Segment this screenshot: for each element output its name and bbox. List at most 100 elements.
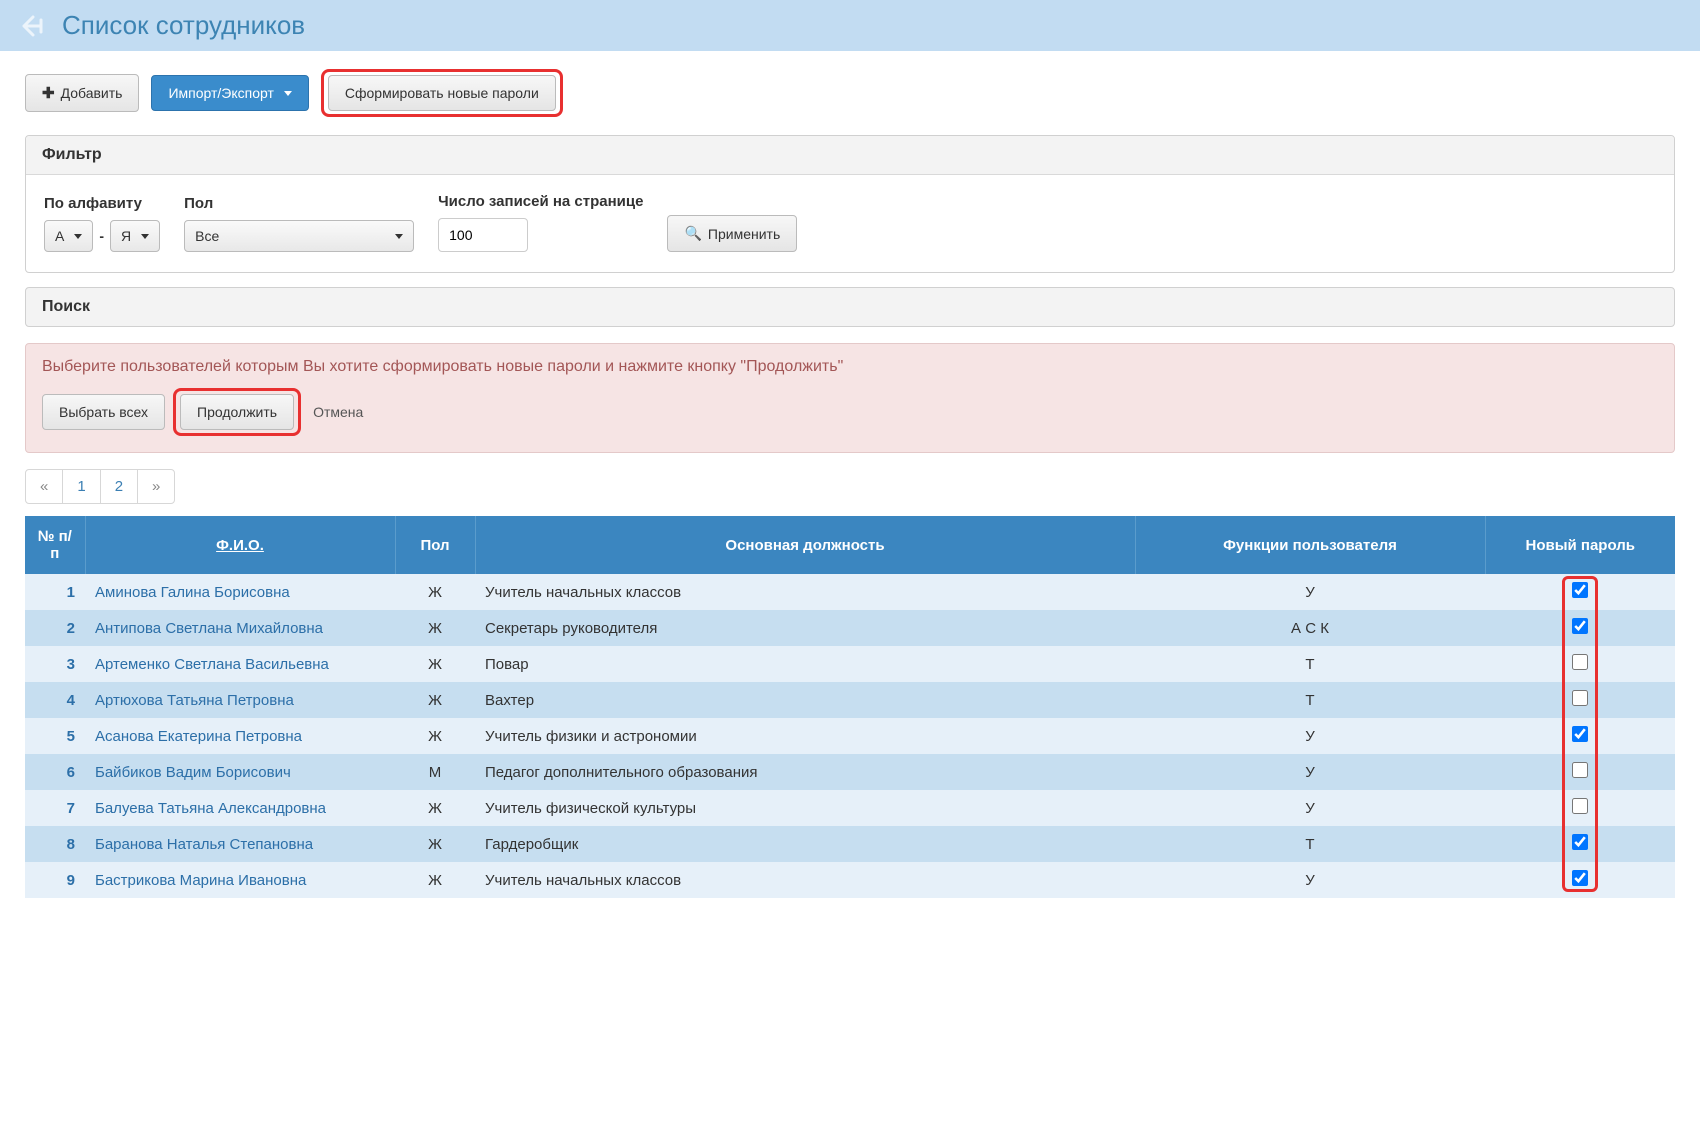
row-pwd-cell: [1485, 574, 1675, 610]
filter-perpage: Число записей на странице: [438, 193, 643, 252]
col-gender: Пол: [395, 516, 475, 574]
employee-link[interactable]: Балуева Татьяна Александровна: [95, 800, 326, 817]
col-fio-link[interactable]: Ф.И.О.: [216, 537, 264, 554]
continue-label: Продолжить: [197, 404, 277, 420]
select-all-label: Выбрать всех: [59, 404, 148, 420]
row-pwd-cell: [1485, 754, 1675, 790]
row-func: Т: [1135, 826, 1485, 862]
col-func: Функции пользователя: [1135, 516, 1485, 574]
row-func: У: [1135, 790, 1485, 826]
alphabet-to-value: Я: [121, 228, 131, 244]
page-2[interactable]: 2: [100, 469, 138, 504]
row-gender: Ж: [395, 610, 475, 646]
gender-value: Все: [195, 228, 219, 244]
row-gender: Ж: [395, 790, 475, 826]
employee-link[interactable]: Антипова Светлана Михайловна: [95, 620, 323, 637]
page-next[interactable]: »: [137, 469, 175, 504]
employee-link[interactable]: Байбиков Вадим Борисович: [95, 764, 291, 781]
password-checkbox[interactable]: [1572, 582, 1588, 598]
alphabet-from-select[interactable]: А: [44, 220, 93, 252]
row-fio: Бастрикова Марина Ивановна: [85, 862, 395, 898]
caret-down-icon: [284, 91, 292, 96]
password-checkbox[interactable]: [1572, 690, 1588, 706]
back-arrow-icon[interactable]: [20, 13, 50, 39]
row-gender: Ж: [395, 826, 475, 862]
filter-alphabet: По алфавиту А - Я: [44, 195, 160, 252]
row-func: У: [1135, 862, 1485, 898]
gender-select[interactable]: Все: [184, 220, 414, 252]
caret-down-icon: [141, 234, 149, 239]
apply-label: Применить: [708, 226, 780, 242]
col-num: № п/п: [25, 516, 85, 574]
search-panel[interactable]: Поиск: [25, 287, 1675, 327]
apply-button[interactable]: 🔍 Применить: [667, 215, 797, 252]
employees-table: № п/п Ф.И.О. Пол Основная должность Функ…: [25, 516, 1675, 898]
password-checkbox[interactable]: [1572, 618, 1588, 634]
select-all-button[interactable]: Выбрать всех: [42, 394, 165, 430]
caret-down-icon: [395, 234, 403, 239]
page-prev[interactable]: «: [25, 469, 63, 504]
row-gender: Ж: [395, 574, 475, 610]
toolbar: ✚ Добавить Импорт/Экспорт Сформировать н…: [0, 51, 1700, 135]
row-fio: Баранова Наталья Степановна: [85, 826, 395, 862]
col-fio[interactable]: Ф.И.О.: [85, 516, 395, 574]
row-position: Вахтер: [475, 682, 1135, 718]
table-row: 2Антипова Светлана МихайловнаЖСекретарь …: [25, 610, 1675, 646]
table-row: 5Асанова Екатерина ПетровнаЖУчитель физи…: [25, 718, 1675, 754]
row-position: Учитель начальных классов: [475, 862, 1135, 898]
row-func: Т: [1135, 682, 1485, 718]
filter-apply-group: 🔍 Применить: [667, 191, 797, 252]
employee-link[interactable]: Асанова Екатерина Петровна: [95, 728, 302, 745]
password-checkbox[interactable]: [1572, 654, 1588, 670]
table-row: 6Байбиков Вадим БорисовичМПедагог дополн…: [25, 754, 1675, 790]
password-checkbox[interactable]: [1572, 870, 1588, 886]
row-num: 2: [25, 610, 85, 646]
row-num: 9: [25, 862, 85, 898]
cancel-link[interactable]: Отмена: [313, 404, 363, 420]
highlight-continue: Продолжить: [173, 388, 301, 436]
row-gender: Ж: [395, 646, 475, 682]
col-pwd: Новый пароль: [1485, 516, 1675, 574]
row-fio: Байбиков Вадим Борисович: [85, 754, 395, 790]
filter-panel: Фильтр По алфавиту А - Я Пол: [25, 135, 1675, 273]
filter-gender-label: Пол: [184, 195, 414, 212]
row-fio: Антипова Светлана Михайловна: [85, 610, 395, 646]
pagination: « 1 2 »: [25, 469, 1675, 504]
employee-link[interactable]: Артюхова Татьяна Петровна: [95, 692, 294, 709]
employee-link[interactable]: Артеменко Светлана Васильевна: [95, 656, 329, 673]
row-num: 3: [25, 646, 85, 682]
alphabet-to-select[interactable]: Я: [110, 220, 160, 252]
password-checkbox[interactable]: [1572, 762, 1588, 778]
employee-link[interactable]: Аминова Галина Борисовна: [95, 584, 290, 601]
password-checkbox[interactable]: [1572, 798, 1588, 814]
row-num: 4: [25, 682, 85, 718]
generate-passwords-button[interactable]: Сформировать новые пароли: [328, 75, 556, 111]
table-row: 9Бастрикова Марина ИвановнаЖУчитель нача…: [25, 862, 1675, 898]
row-gender: М: [395, 754, 475, 790]
continue-button[interactable]: Продолжить: [180, 394, 294, 430]
perpage-input[interactable]: [438, 218, 528, 252]
row-func: У: [1135, 574, 1485, 610]
row-fio: Балуева Татьяна Александровна: [85, 790, 395, 826]
row-num: 6: [25, 754, 85, 790]
filter-alphabet-label: По алфавиту: [44, 195, 160, 212]
password-checkbox[interactable]: [1572, 726, 1588, 742]
row-func: А С К: [1135, 610, 1485, 646]
separator: -: [99, 228, 104, 244]
password-checkbox[interactable]: [1572, 834, 1588, 850]
row-pwd-cell: [1485, 610, 1675, 646]
search-panel-title: Поиск: [42, 298, 90, 315]
import-export-button[interactable]: Импорт/Экспорт: [151, 75, 308, 111]
row-fio: Асанова Екатерина Петровна: [85, 718, 395, 754]
alert-text: Выберите пользователей которым Вы хотите…: [42, 358, 1658, 376]
filter-gender: Пол Все: [184, 195, 414, 252]
caret-down-icon: [74, 234, 82, 239]
employee-link[interactable]: Бастрикова Марина Ивановна: [95, 872, 306, 889]
row-gender: Ж: [395, 682, 475, 718]
row-pwd-cell: [1485, 682, 1675, 718]
add-button-label: Добавить: [61, 85, 123, 101]
page-1[interactable]: 1: [62, 469, 100, 504]
employee-link[interactable]: Баранова Наталья Степановна: [95, 836, 313, 853]
alphabet-from-value: А: [55, 228, 64, 244]
add-button[interactable]: ✚ Добавить: [25, 74, 139, 112]
